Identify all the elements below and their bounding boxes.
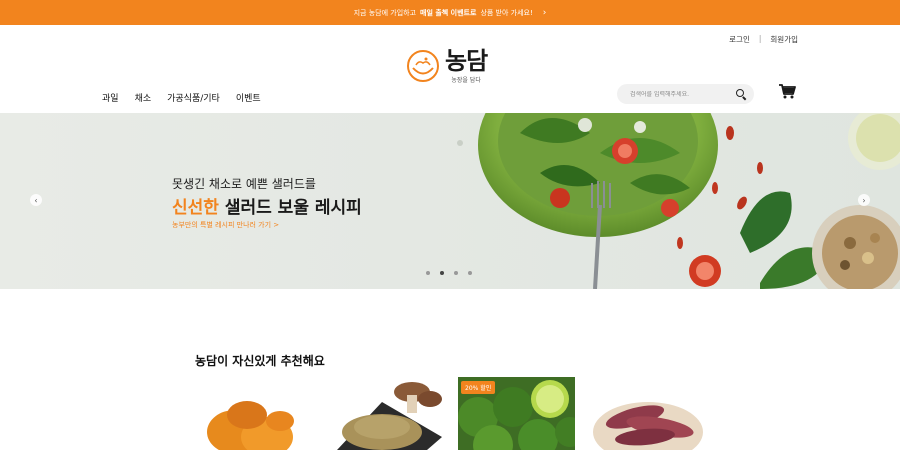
recommend-title: 농담이 자신있게 추천해요 bbox=[195, 354, 325, 368]
nav-item-fruit[interactable]: 과일 bbox=[102, 91, 119, 104]
auth-links: 로그인 | 회원가입 bbox=[729, 34, 798, 45]
mushroom-powder-image bbox=[327, 377, 444, 450]
carousel-dot-active[interactable] bbox=[440, 271, 444, 275]
chevron-left-icon[interactable]: ‹ bbox=[30, 194, 42, 206]
nav-item-event[interactable]: 이벤트 bbox=[236, 91, 261, 104]
chevron-right-icon[interactable]: › bbox=[858, 194, 870, 206]
carousel-dot[interactable] bbox=[426, 271, 430, 275]
promo-banner[interactable]: 지금 농담에 가입하고 매일 출첵 이벤트로 상품 받아 가세요! › bbox=[0, 0, 900, 25]
login-link[interactable]: 로그인 bbox=[729, 34, 750, 45]
search-icon[interactable] bbox=[736, 89, 746, 99]
product-card[interactable] bbox=[195, 377, 312, 450]
product-card[interactable] bbox=[590, 377, 707, 450]
carousel-dots bbox=[426, 271, 472, 275]
hero-title-rest: 샐러드 보울 레시피 bbox=[218, 198, 362, 218]
hero-recipe-link[interactable]: 농부만의 특별 레시피 만나러 가기 > bbox=[172, 220, 279, 230]
logo[interactable]: 농담 농장을 담다 bbox=[406, 47, 488, 84]
auth-separator: | bbox=[758, 34, 762, 43]
dried-persimmon-image bbox=[195, 377, 312, 450]
carousel-dot[interactable] bbox=[468, 271, 472, 275]
logo-subtitle: 농장을 담다 bbox=[451, 77, 481, 84]
main-nav: 과일 채소 가공식품/기타 이벤트 bbox=[102, 91, 261, 104]
promo-prefix: 지금 농담에 가입하고 bbox=[353, 8, 417, 17]
chevron-right-icon: › bbox=[542, 7, 547, 18]
sweet-potatoes-image bbox=[590, 377, 707, 450]
product-card[interactable]: 20% 할인 bbox=[458, 377, 575, 450]
hero-title: 신선한 샐러드 보울 레시피 bbox=[172, 193, 362, 218]
sale-badge: 20% 할인 bbox=[461, 381, 496, 394]
cart-icon[interactable] bbox=[778, 83, 796, 99]
product-card[interactable] bbox=[327, 377, 444, 450]
logo-icon bbox=[407, 50, 439, 82]
search-bar bbox=[617, 84, 754, 104]
promo-suffix: 상품 받아 가세요! bbox=[480, 8, 533, 17]
nav-item-processed[interactable]: 가공식품/기타 bbox=[167, 91, 220, 104]
hero-title-accent: 신선한 bbox=[172, 198, 219, 218]
promo-highlight: 매일 출첵 이벤트로 bbox=[420, 8, 477, 17]
logo-title: 농담 bbox=[445, 47, 488, 75]
search-input[interactable] bbox=[630, 90, 736, 98]
salad-bowl-image bbox=[457, 113, 900, 289]
hero-banner[interactable]: 못생긴 채소로 예쁜 샐러드를 신선한 샐러드 보울 레시피 농부만의 특별 레… bbox=[0, 113, 900, 289]
hero-subtitle: 못생긴 채소로 예쁜 샐러드를 bbox=[172, 177, 316, 191]
carousel-dot[interactable] bbox=[454, 271, 458, 275]
signup-link[interactable]: 회원가입 bbox=[770, 34, 798, 45]
nav-item-vegetable[interactable]: 채소 bbox=[135, 91, 152, 104]
